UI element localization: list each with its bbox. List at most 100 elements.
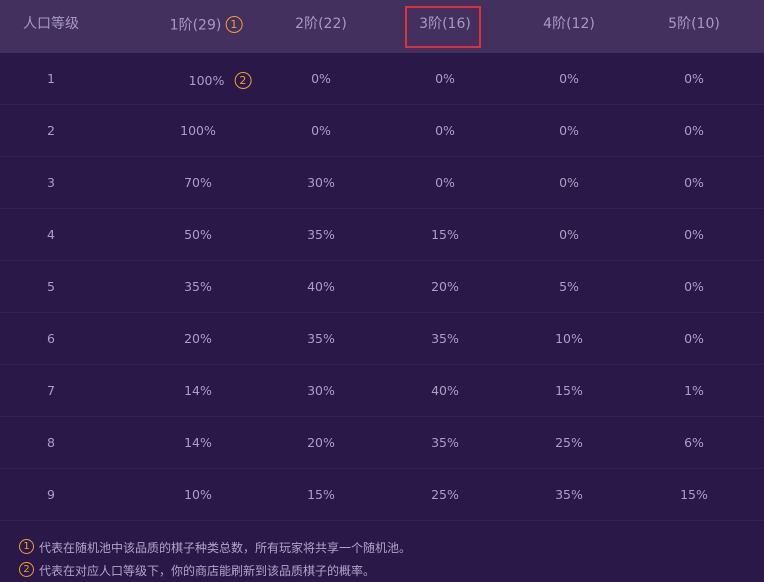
table-row: 2 100% 0% 0% 0% 0% (0, 105, 764, 157)
tier-4-odds-cell: 0% (559, 227, 579, 242)
odds-value: 0% (435, 71, 455, 86)
odds-value: 6% (684, 435, 704, 450)
tier-5-odds-cell: 6% (684, 435, 704, 450)
odds-value: 20% (431, 279, 459, 294)
odds-value: 14% (184, 383, 212, 398)
odds-value: 15% (431, 227, 459, 242)
tier-4-odds-cell: 35% (555, 488, 583, 502)
circled-number-1-icon: 1 (225, 16, 243, 33)
tier-4-odds-cell: 0% (559, 71, 579, 86)
tier-2-odds-cell: 35% (307, 227, 335, 242)
header-tier-4: 4阶(12) (543, 16, 595, 32)
odds-value: 0% (684, 71, 704, 86)
odds-value: 30% (307, 383, 335, 398)
odds-value: 40% (307, 279, 335, 294)
tier-4-odds-cell: 25% (555, 435, 583, 450)
odds-value: 0% (684, 175, 704, 190)
tier-1-odds-cell: 35% (184, 279, 212, 294)
odds-value: 0% (435, 175, 455, 190)
table-row: 6 20% 35% 35% 10% 0% (0, 313, 764, 365)
footnotes: 1 代表在随机池中该品质的棋子种类总数，所有玩家将共享一个随机池。 2 代表在对… (19, 536, 411, 582)
odds-value: 50% (184, 227, 212, 242)
odds-value: 100% (188, 73, 225, 88)
table-body: 1 100% 2 0% 0% 0% 0% 2 100% 0% 0% 0% 0% 3 70% 30% 0% 0% 0%… (0, 53, 764, 521)
odds-value: 20% (184, 331, 212, 346)
tier-3-odds-cell: 40% (431, 383, 459, 398)
table-row: 9 10% 15% 25% 35% 15% (0, 469, 764, 521)
tier-1-odds-cell: 14% (184, 435, 212, 450)
tier-2-odds-cell: 0% (311, 71, 331, 86)
odds-value: 14% (184, 435, 212, 450)
population-level-cell: 5 (47, 279, 55, 294)
odds-value: 25% (431, 487, 459, 502)
tier-1-odds-cell: 10% (184, 488, 212, 502)
odds-value: 70% (184, 175, 212, 190)
tier-3-odds-cell: 25% (431, 487, 459, 502)
odds-value: 15% (307, 487, 335, 502)
odds-table: 人口等级 1阶(29) 1 2阶(22) 3阶(16) 4阶(12) 5阶(10)… (0, 0, 764, 521)
odds-value: 35% (431, 331, 459, 346)
tier-1-odds-cell: 100% 2 (188, 72, 252, 90)
population-level-cell: 1 (47, 71, 55, 86)
footnote-2: 2 代表在对应人口等级下，你的商店能刷新到该品质棋子的概率。 (19, 559, 411, 582)
odds-value: 30% (307, 175, 335, 190)
tier-4-odds-cell: 15% (555, 383, 583, 398)
odds-value: 25% (555, 435, 583, 450)
circled-number-2-icon: 2 (234, 72, 252, 89)
population-level-cell: 7 (47, 383, 55, 398)
tier-5-odds-cell: 0% (684, 175, 704, 190)
footnote-1: 1 代表在随机池中该品质的棋子种类总数，所有玩家将共享一个随机池。 (19, 536, 411, 559)
tier-5-odds-cell: 15% (680, 488, 708, 502)
tier-5-odds-cell: 0% (684, 279, 704, 294)
tier-2-odds-cell: 0% (311, 124, 331, 138)
tier-5-odds-cell: 0% (684, 332, 704, 346)
header-tier-2: 2阶(22) (295, 16, 347, 32)
population-level-cell: 3 (47, 175, 55, 190)
tier-3-odds-cell: 0% (435, 124, 455, 138)
odds-value: 0% (559, 123, 579, 138)
header-tier-1-label: 1阶(29) (169, 17, 222, 34)
tier-5-odds-cell: 0% (684, 123, 704, 138)
odds-value: 35% (307, 227, 335, 242)
population-level-cell: 2 (47, 123, 55, 138)
tier-4-odds-cell: 0% (559, 176, 579, 190)
tier-1-odds-cell: 100% (180, 124, 216, 138)
odds-value: 0% (684, 123, 704, 138)
table-row: 7 14% 30% 40% 15% 1% (0, 365, 764, 417)
table-row: 1 100% 2 0% 0% 0% 0% (0, 53, 764, 105)
tier-3-odds-cell: 35% (431, 331, 459, 346)
header-tier-5: 5阶(10) (668, 16, 720, 32)
tier-5-odds-cell: 0% (684, 228, 704, 242)
tier-1-odds-cell: 70% (184, 175, 212, 190)
odds-value: 0% (311, 71, 331, 86)
odds-value: 0% (559, 227, 579, 242)
odds-value: 10% (555, 331, 583, 346)
tier-1-odds-cell: 20% (184, 331, 212, 346)
tier-2-odds-cell: 20% (307, 435, 335, 450)
odds-value: 20% (307, 435, 335, 450)
odds-value: 35% (184, 279, 212, 294)
odds-value: 5% (559, 279, 579, 294)
tier-3-odds-cell: 35% (431, 435, 459, 450)
table-header: 人口等级 1阶(29) 1 2阶(22) 3阶(16) 4阶(12) 5阶(10) (0, 0, 764, 53)
odds-value: 0% (684, 279, 704, 294)
footnote-1-text: 代表在随机池中该品质的棋子种类总数，所有玩家将共享一个随机池。 (39, 541, 412, 555)
circled-number-2-icon: 2 (19, 562, 34, 577)
odds-value: 0% (559, 71, 579, 86)
tier-3-odds-cell: 0% (435, 175, 455, 190)
tier-3-odds-cell: 15% (431, 227, 459, 242)
header-tier-1: 1阶(29) 1 (169, 16, 243, 34)
tier-5-odds-cell: 0% (684, 71, 704, 86)
table-row: 5 35% 40% 20% 5% 0% (0, 261, 764, 313)
tier-3-odds-cell: 20% (431, 279, 459, 294)
tier-4-odds-cell: 10% (555, 331, 583, 346)
tier-2-odds-cell: 15% (307, 487, 335, 502)
tier-1-odds-cell: 14% (184, 383, 212, 398)
odds-value: 35% (431, 435, 459, 450)
header-population-level: 人口等级 (23, 16, 79, 32)
footnote-2-text: 代表在对应人口等级下，你的商店能刷新到该品质棋子的概率。 (39, 564, 376, 578)
tier-2-odds-cell: 30% (307, 175, 335, 190)
odds-value: 40% (431, 383, 459, 398)
odds-value: 15% (555, 383, 583, 398)
tier-2-odds-cell: 40% (307, 279, 335, 294)
